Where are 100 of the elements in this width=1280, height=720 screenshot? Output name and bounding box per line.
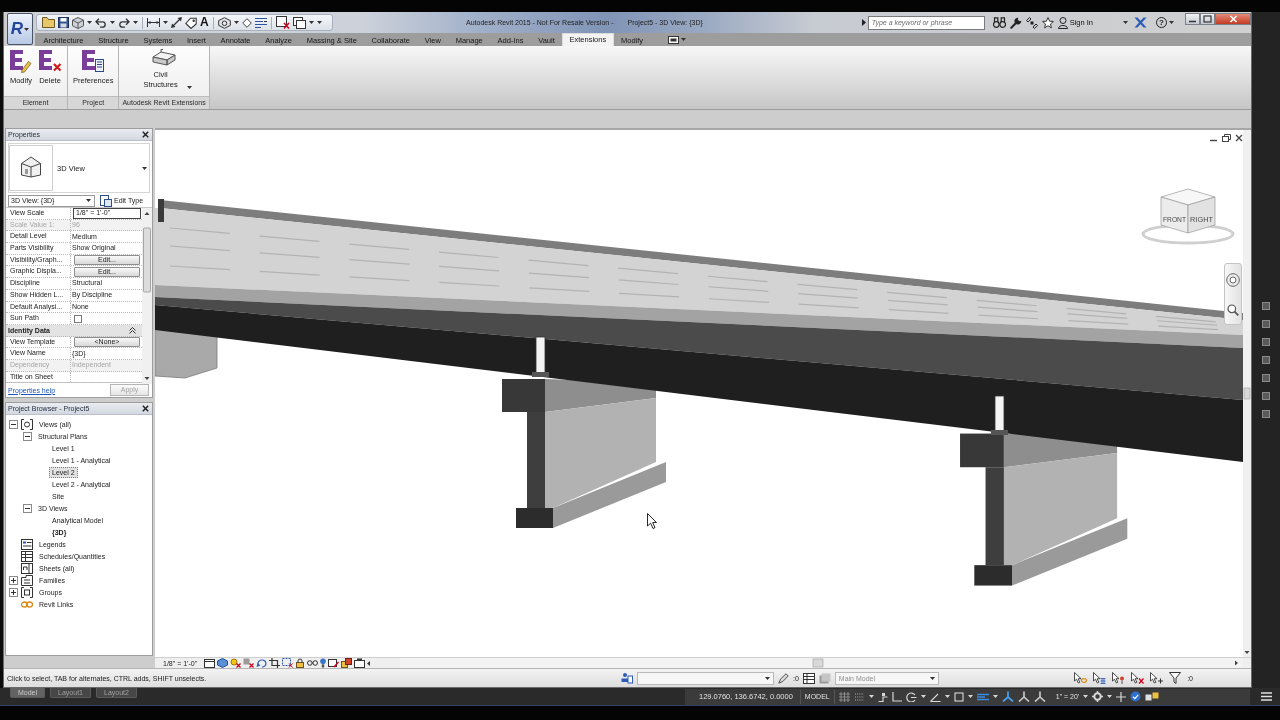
- cursor-chain-icon[interactable]: [1074, 672, 1088, 684]
- check-circle-icon[interactable]: [1130, 691, 1142, 702]
- folder-icon[interactable]: [42, 17, 55, 28]
- angle-icon[interactable]: [929, 691, 941, 702]
- filter-icon[interactable]: [1169, 672, 1182, 684]
- cursor-x-icon[interactable]: [1131, 672, 1145, 684]
- caret-icon[interactable]: [944, 695, 950, 698]
- window-icon[interactable]: [204, 658, 216, 668]
- window-edit-icon[interactable]: [328, 658, 340, 668]
- caret-icon[interactable]: [110, 21, 115, 24]
- lightbulb-icon[interactable]: [320, 658, 327, 668]
- caret-icon[interactable]: [868, 695, 874, 698]
- caret-icon[interactable]: [992, 695, 998, 698]
- e-pencil-icon: [9, 49, 33, 73]
- glasses-icon[interactable]: [307, 660, 319, 666]
- caret-icon: [86, 199, 91, 202]
- lines-icon[interactable]: [254, 17, 267, 28]
- collapse-icon[interactable]: [129, 326, 136, 334]
- family-icon: [21, 574, 33, 586]
- rotate-icon[interactable]: [256, 658, 268, 668]
- expand-icon[interactable]: [9, 575, 18, 585]
- cursor-pin-icon[interactable]: [1112, 672, 1126, 684]
- lines-icon[interactable]: [976, 692, 989, 701]
- squares-icon[interactable]: [341, 658, 353, 668]
- tripod-icon[interactable]: [1017, 691, 1030, 702]
- tripod-icon[interactable]: [1001, 691, 1014, 702]
- caret-icon[interactable]: [163, 21, 168, 24]
- table-icon: [21, 550, 33, 562]
- caret-icon[interactable]: [1107, 695, 1113, 698]
- tripod-icon[interactable]: [1033, 691, 1046, 702]
- close-icon[interactable]: [142, 131, 149, 138]
- square-cross-icon[interactable]: [243, 658, 255, 668]
- ring-icon[interactable]: [1226, 272, 1240, 287]
- briefcase-icon[interactable]: [354, 658, 366, 668]
- caret-icon[interactable]: [133, 21, 138, 24]
- minimize-button[interactable]: [1185, 13, 1200, 25]
- dotted-lines-icon[interactable]: [853, 691, 865, 702]
- dashed-square-icon[interactable]: [282, 658, 294, 668]
- diamond-icon[interactable]: [241, 17, 252, 28]
- save-icon[interactable]: [58, 17, 69, 28]
- restore-icon[interactable]: [1222, 134, 1231, 142]
- application-menu-button[interactable]: R: [7, 13, 33, 45]
- caret-icon[interactable]: [681, 38, 687, 41]
- close-icon[interactable]: [1235, 134, 1243, 142]
- windows-icon[interactable]: [292, 16, 306, 29]
- vertical-scrollbar[interactable]: [1243, 130, 1251, 657]
- collapse-icon[interactable]: [23, 503, 32, 513]
- caret-icon[interactable]: [967, 695, 973, 698]
- cursor-grid-icon[interactable]: [1093, 672, 1107, 684]
- arc-icon[interactable]: [905, 691, 917, 702]
- expand-icon[interactable]: [9, 587, 18, 597]
- text-tool-button[interactable]: A: [200, 16, 209, 29]
- caret-icon[interactable]: [1083, 695, 1089, 698]
- sun-icon[interactable]: [230, 658, 242, 668]
- slab-icon: [152, 49, 177, 67]
- wrench-icon[interactable]: [1009, 16, 1022, 29]
- tag-icon[interactable]: [185, 16, 197, 29]
- grid-icon[interactable]: [838, 691, 850, 702]
- cursor-icon: [647, 513, 657, 529]
- caret-icon: [142, 166, 147, 170]
- caret-icon[interactable]: [1169, 21, 1174, 24]
- dimension-icon[interactable]: [147, 18, 160, 27]
- close-windows-icon[interactable]: [275, 16, 290, 29]
- group-icon: [21, 586, 33, 598]
- step-icon[interactable]: [877, 691, 888, 702]
- table-icon[interactable]: [802, 672, 815, 684]
- rectangle-icon[interactable]: [668, 35, 680, 44]
- hexagon-icon[interactable]: [217, 16, 231, 29]
- lock-icon[interactable]: [295, 658, 306, 668]
- cube-icon[interactable]: [72, 16, 84, 29]
- maximize-button[interactable]: [1200, 13, 1215, 25]
- crop-icon[interactable]: [269, 658, 281, 668]
- corner-icon[interactable]: [891, 691, 902, 702]
- caret-icon[interactable]: [87, 21, 92, 24]
- close-button[interactable]: [1215, 13, 1251, 25]
- x-icon[interactable]: [1134, 17, 1147, 28]
- redo-icon[interactable]: [118, 17, 130, 28]
- caret-icon[interactable]: [233, 21, 239, 24]
- star-icon[interactable]: [1041, 16, 1054, 29]
- collapse-icon[interactable]: [23, 431, 32, 441]
- caret-icon[interactable]: [920, 695, 926, 698]
- close-icon[interactable]: [142, 405, 149, 412]
- triangle-icon[interactable]: [861, 19, 866, 26]
- menu-icon[interactable]: [1261, 692, 1272, 701]
- caret-icon[interactable]: [1123, 21, 1128, 24]
- cursor-move-icon[interactable]: [1150, 672, 1164, 684]
- user-card-icon[interactable]: [621, 672, 633, 684]
- checkbox[interactable]: [74, 314, 82, 323]
- undo-icon[interactable]: [95, 17, 107, 28]
- scrollbar[interactable]: [142, 208, 152, 384]
- zoom-icon[interactable]: [1227, 303, 1239, 316]
- satellite-icon[interactable]: [1025, 16, 1038, 29]
- binoculars-icon[interactable]: [992, 17, 1006, 28]
- squares-icon[interactable]: [1145, 691, 1160, 702]
- pencil-icon[interactable]: [778, 672, 789, 684]
- plus-icon[interactable]: [1116, 691, 1127, 702]
- e-cross-icon: [38, 49, 62, 73]
- collapse-icon[interactable]: [9, 419, 18, 429]
- measure-icon[interactable]: [171, 17, 182, 28]
- crosshair-icon[interactable]: [1092, 691, 1104, 702]
